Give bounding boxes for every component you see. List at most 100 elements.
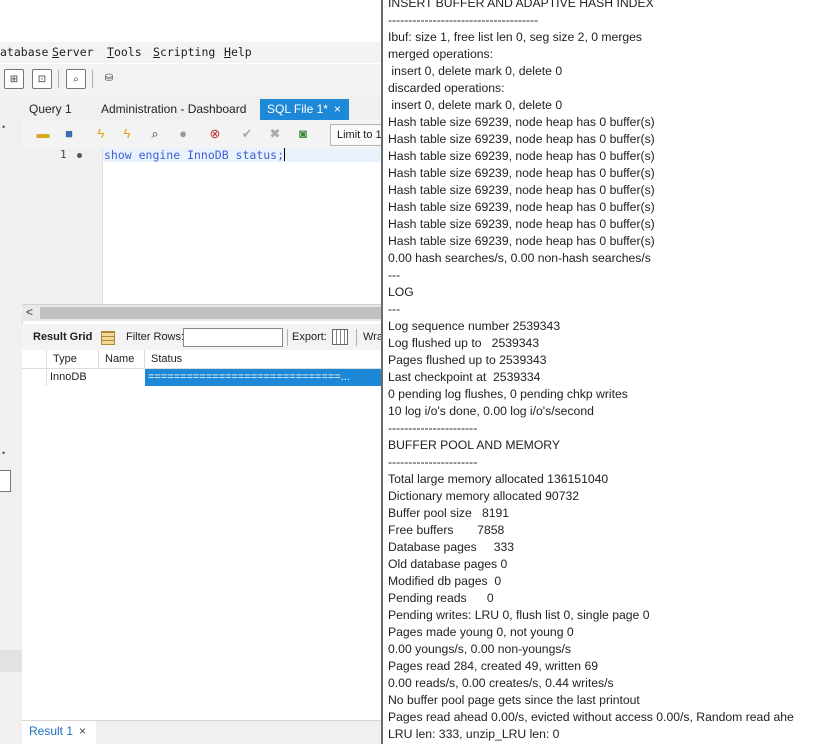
status-value-viewer[interactable]: INSERT BUFFER AND ADAPTIVE HASH INDEX ---…: [383, 0, 819, 745]
execute-current-icon[interactable]: ϟ: [118, 125, 136, 143]
column-header-name[interactable]: Name: [99, 350, 145, 368]
tab-label: Query 1: [29, 102, 72, 116]
rollback-icon[interactable]: ✖: [266, 125, 284, 143]
tab-sql-file-1[interactable]: SQL File 1* ×: [260, 99, 349, 120]
status-line: ---: [388, 302, 401, 316]
column-header-status[interactable]: Status: [145, 350, 383, 368]
main-toolbar: ⊞ ⊡ ⌕ ⛁: [0, 64, 383, 97]
reconnect-icon[interactable]: ⛁: [99, 69, 119, 89]
open-file-icon[interactable]: ▬: [34, 125, 52, 143]
menu-bar: atabase Server Tools Scripting Help: [0, 42, 383, 63]
sidebar-marker-icon: •: [2, 122, 6, 132]
tab-label: SQL File 1*: [267, 102, 328, 116]
grid-view-icon[interactable]: [101, 331, 115, 345]
sql-editor[interactable]: 1 show engine InnoDB status;: [22, 148, 383, 304]
status-line: Log sequence number 2539343: [388, 319, 561, 333]
cell-name[interactable]: [99, 369, 145, 386]
result-tabs: Result 1 ×: [22, 720, 383, 744]
status-line: Last checkpoint at 2539334: [388, 370, 541, 384]
status-line: 0.00 reads/s, 0.00 creates/s, 0.44 write…: [388, 676, 614, 690]
row-selector[interactable]: [22, 369, 47, 386]
status-line: 0 pending log flushes, 0 pending chkp wr…: [388, 387, 628, 401]
tab-query-1[interactable]: Query 1: [22, 99, 79, 120]
sidebar-panel-header: [0, 650, 22, 672]
scrollbar-thumb[interactable]: [40, 307, 383, 319]
search-table-data-icon[interactable]: ⌕: [66, 69, 86, 89]
editor-tabs: Query 1 Administration - Dashboard SQL F…: [22, 96, 383, 120]
stop-icon[interactable]: ●: [174, 125, 192, 143]
status-line: Pages read ahead 0.00/s, evicted without…: [388, 710, 794, 724]
status-line: Hash table size 69239, node heap has 0 b…: [388, 166, 655, 180]
status-line: insert 0, delete mark 0, delete 0: [388, 98, 563, 112]
tab-result-1[interactable]: Result 1 ×: [22, 721, 96, 744]
sql-code[interactable]: show engine InnoDB status;: [104, 148, 286, 162]
statement-marker-icon: [77, 153, 82, 158]
status-line: Pending reads 0: [388, 591, 494, 605]
line-number: 1: [60, 148, 67, 161]
gutter-divider: [102, 148, 103, 304]
status-line: 0.00 youngs/s, 0.00 non-youngs/s: [388, 642, 571, 656]
table-row[interactable]: InnoDB ==============================...: [22, 369, 383, 386]
status-line: Log flushed up to 2539343: [388, 336, 540, 350]
result-toolbar: Result Grid Filter Rows: Export: Wra: [22, 324, 383, 351]
cell-status[interactable]: ==============================...: [145, 369, 383, 386]
menu-scripting[interactable]: Scripting: [153, 45, 215, 59]
result-grid-label[interactable]: Result Grid: [33, 331, 92, 343]
create-table-icon[interactable]: ⊡: [32, 69, 52, 89]
commit-icon[interactable]: ✔: [238, 125, 256, 143]
wrap-cell-label[interactable]: Wra: [363, 331, 383, 343]
tab-label: Administration - Dashboard: [101, 102, 247, 116]
tab-administration-dashboard[interactable]: Administration - Dashboard: [94, 99, 253, 120]
status-line: Hash table size 69239, node heap has 0 b…: [388, 217, 655, 231]
close-tab-icon[interactable]: ×: [334, 99, 341, 119]
limit-rows-select[interactable]: Limit to 100: [330, 124, 383, 146]
workbench-window: atabase Server Tools Scripting Help ⊞ ⊡ …: [0, 0, 383, 744]
column-header-type[interactable]: Type: [47, 350, 99, 368]
status-line: Hash table size 69239, node heap has 0 b…: [388, 115, 655, 129]
status-line: Pending writes: LRU 0, flush list 0, sin…: [388, 608, 650, 622]
status-line: Old database pages 0: [388, 557, 508, 571]
sidebar-marker-icon: •: [2, 448, 6, 458]
toggle-continue-icon[interactable]: ⊗: [206, 125, 224, 143]
status-line: -------------------------------------: [388, 13, 539, 27]
execute-icon[interactable]: ϟ: [92, 125, 110, 143]
auto-commit-icon[interactable]: ◙: [294, 125, 312, 143]
scroll-left-icon[interactable]: <: [26, 305, 33, 319]
export-label: Export:: [292, 331, 327, 343]
status-line: 0.00 hash searches/s, 0.00 non-hash sear…: [388, 251, 651, 265]
menu-database[interactable]: atabase: [0, 45, 48, 59]
menu-server[interactable]: Server: [52, 45, 94, 59]
cell-type[interactable]: InnoDB: [47, 369, 99, 386]
status-line: ----------------------: [388, 421, 478, 435]
editor-horizontal-scrollbar[interactable]: <: [22, 304, 383, 321]
status-line: INSERT BUFFER AND ADAPTIVE HASH INDEX: [388, 0, 654, 10]
status-line: Database pages 333: [388, 540, 515, 554]
menu-tools[interactable]: Tools: [107, 45, 142, 59]
close-result-tab-icon[interactable]: ×: [79, 724, 86, 738]
status-line: Modified db pages 0: [388, 574, 502, 588]
status-line: Buffer pool size 8191: [388, 506, 510, 520]
toolbar-separator: [92, 70, 93, 88]
export-icon[interactable]: [332, 329, 348, 345]
menu-help[interactable]: Help: [224, 45, 252, 59]
schema-inspector-icon[interactable]: ⊞: [4, 69, 24, 89]
status-line: Pages made young 0, not young 0: [388, 625, 574, 639]
sidebar-field[interactable]: [0, 470, 11, 492]
toolbar-separator: [287, 329, 288, 346]
status-line: Hash table size 69239, node heap has 0 b…: [388, 183, 655, 197]
status-line: Pages read 284, created 49, written 69: [388, 659, 599, 673]
save-icon[interactable]: ■: [60, 125, 78, 143]
status-line: insert 0, delete mark 0, delete 0: [388, 64, 563, 78]
status-line: LRU len: 333, unzip_LRU len: 0: [388, 727, 560, 741]
navigator-sidebar[interactable]: • •: [0, 96, 23, 744]
status-line: Total large memory allocated 136151040: [388, 472, 609, 486]
explain-icon[interactable]: ⌕: [146, 125, 164, 143]
status-line: BUFFER POOL AND MEMORY: [388, 438, 561, 452]
status-line: Hash table size 69239, node heap has 0 b…: [388, 234, 655, 248]
status-line: No buffer pool page gets since the last …: [388, 693, 640, 707]
filter-rows-input[interactable]: [183, 328, 283, 347]
status-line: Hash table size 69239, node heap has 0 b…: [388, 149, 655, 163]
tab-label: Result 1: [29, 724, 74, 738]
result-grid[interactable]: Type Name Status InnoDB ================…: [22, 350, 383, 720]
status-line: Dictionary memory allocated 90732: [388, 489, 580, 503]
